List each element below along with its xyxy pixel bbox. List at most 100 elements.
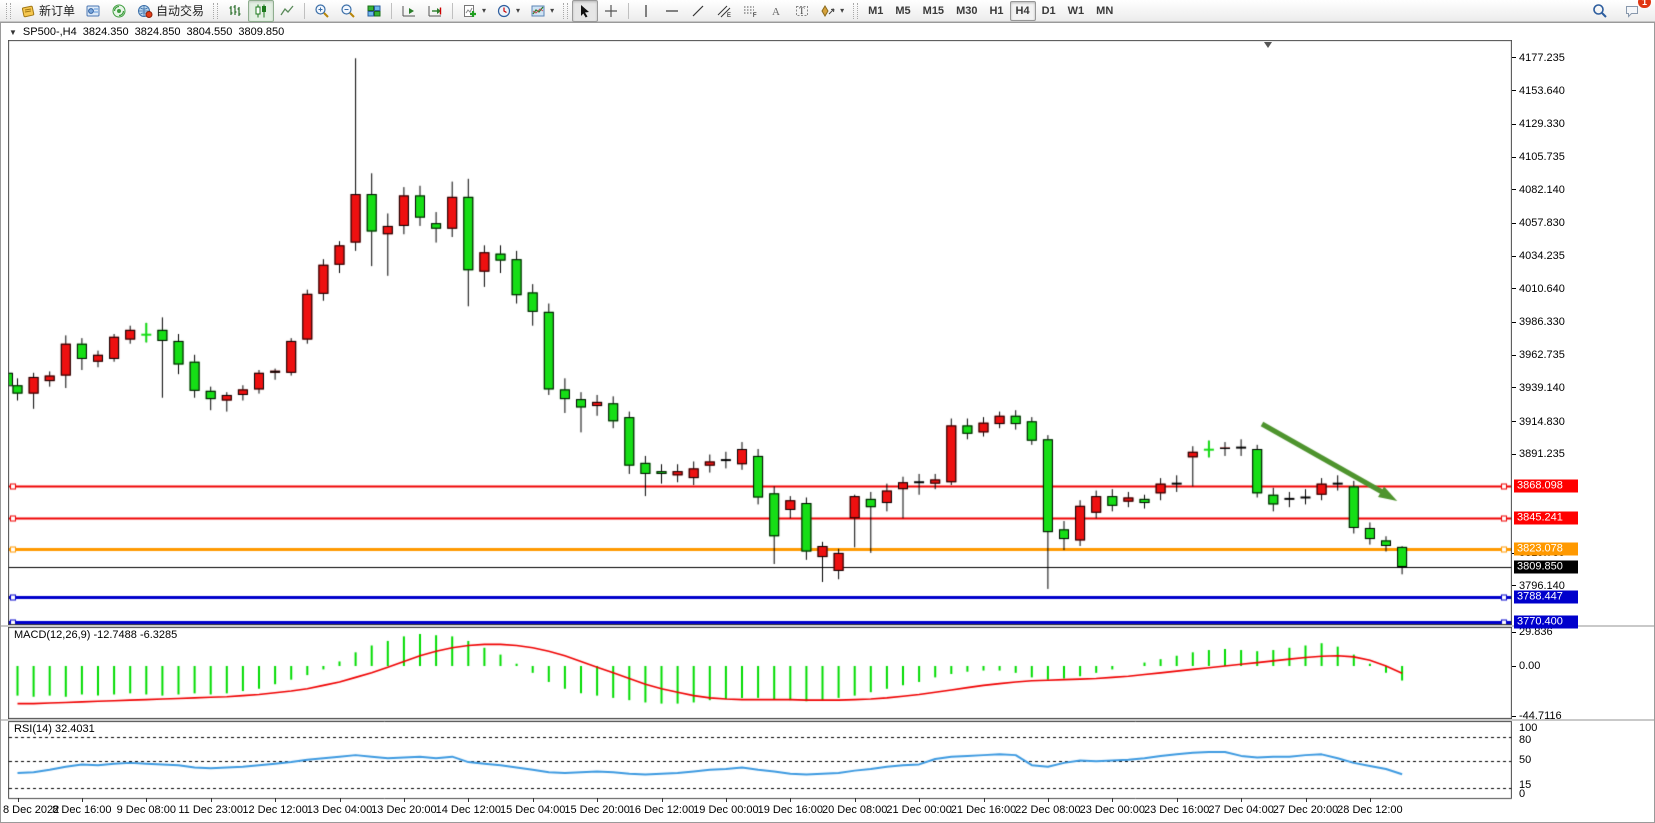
time-axis-label: 27 Dec 20:00	[1273, 804, 1338, 816]
price-axis-label: 4057.830	[1519, 217, 1565, 229]
line-chart-mode-button[interactable]	[274, 0, 300, 22]
timeframe-button-w1[interactable]: W1	[1062, 1, 1091, 21]
candlestick-mode-button[interactable]	[248, 0, 274, 22]
bar-chart-mode-button[interactable]	[222, 0, 248, 22]
time-axis-tick	[1048, 798, 1049, 802]
price-axis-label: 4082.140	[1519, 184, 1565, 196]
zoom-in-button[interactable]	[309, 0, 335, 22]
price-axis-tick	[1512, 90, 1516, 91]
price-axis-label: 3962.735	[1519, 349, 1565, 361]
rsi-pane-canvas[interactable]	[8, 721, 1512, 803]
macd-axis-tick	[1512, 666, 1516, 667]
auto-trading-button[interactable]: 自动交易	[132, 0, 209, 22]
rsi-axis-label: 80	[1519, 734, 1531, 746]
auto-scroll-button[interactable]	[396, 0, 422, 22]
timeframe-button-m5[interactable]: M5	[889, 1, 916, 21]
mt4-window: 新订单 自动交易	[0, 0, 1655, 823]
hline-price-label[interactable]: 3845.241	[1514, 511, 1578, 524]
timeframe-button-h1[interactable]: H1	[983, 1, 1009, 21]
time-axis-label: 27 Dec 04:00	[1208, 804, 1273, 816]
tile-windows-button[interactable]	[361, 0, 387, 22]
hline-price-label[interactable]: 3868.098	[1514, 480, 1578, 493]
toolbar-separator	[628, 3, 629, 19]
dropdown-caret-icon: ▾	[516, 6, 520, 15]
time-axis-tick	[404, 798, 405, 802]
new-order-button[interactable]: 新订单	[15, 0, 80, 22]
horizontal-line-icon	[664, 3, 680, 19]
vertical-line-tool-button[interactable]	[633, 0, 659, 22]
chart-title-bar[interactable]: ▼ SP500-,H4 3824.3503824.8503804.5503809…	[3, 25, 284, 39]
price-axis-tick	[1512, 387, 1516, 388]
time-axis-tick	[18, 798, 19, 802]
time-axis-tick	[275, 798, 276, 802]
time-axis-tick	[1112, 798, 1113, 802]
hline-price-label[interactable]: 3788.447	[1514, 590, 1578, 603]
candlestick-icon	[253, 3, 269, 19]
timeframe-group: M1M5M15M30H1H4D1W1MN	[862, 1, 1119, 21]
periods-button[interactable]: ▾	[491, 0, 525, 22]
svg-text:A: A	[772, 6, 780, 18]
timeframe-button-d1[interactable]: D1	[1036, 1, 1062, 21]
search-button[interactable]	[1587, 0, 1613, 22]
timeframe-button-mn[interactable]: MN	[1090, 1, 1119, 21]
timeframe-button-m30[interactable]: M30	[950, 1, 983, 21]
shapes-tool-button[interactable]: ▾	[815, 0, 849, 22]
hline-price-label[interactable]: 3770.400	[1514, 615, 1578, 628]
price-axis-label: 4034.235	[1519, 250, 1565, 262]
toolbar-grip[interactable]	[563, 3, 568, 19]
zoom-out-icon	[340, 3, 356, 19]
chart-shift-button[interactable]	[422, 0, 448, 22]
price-axis-tick	[1512, 454, 1516, 455]
time-axis-tick	[1241, 798, 1242, 802]
new-chart-icon	[462, 3, 478, 19]
templates-button[interactable]: ▾	[525, 0, 559, 22]
text-tool-button[interactable]: A	[763, 0, 789, 22]
trendline-icon	[690, 3, 706, 19]
time-axis-label: 14 Dec 12:00	[436, 804, 501, 816]
notifications-button[interactable]: 1	[1619, 0, 1645, 22]
time-axis-label: 11 Dec 23:00	[178, 804, 243, 816]
timeframe-button-m1[interactable]: M1	[862, 1, 889, 21]
hline-price-label[interactable]: 3823.078	[1514, 542, 1578, 555]
ohlc-close: 3809.850	[238, 26, 284, 38]
zoom-out-button[interactable]	[335, 0, 361, 22]
cursor-icon	[577, 3, 593, 19]
cursor-button[interactable]	[572, 0, 598, 22]
horizontal-line-tool-button[interactable]	[659, 0, 685, 22]
rsi-axis-label: 0	[1519, 788, 1525, 800]
time-axis-tick	[340, 798, 341, 802]
timeframe-button-m15[interactable]: M15	[917, 1, 950, 21]
price-axis-tick	[1512, 157, 1516, 158]
main-chart-canvas[interactable]	[8, 40, 1512, 625]
chart-shift-marker-icon[interactable]	[1264, 42, 1272, 48]
toolbar-separator	[452, 3, 453, 19]
time-axis-label: 13 Dec 20:00	[371, 804, 436, 816]
price-axis-label: 3914.830	[1519, 416, 1565, 428]
price-axis-tick	[1512, 124, 1516, 125]
signals-button[interactable]	[106, 0, 132, 22]
price-axis-tick	[1512, 57, 1516, 58]
toolbar-grip[interactable]	[6, 3, 11, 19]
bar-chart-icon	[227, 3, 243, 19]
toolbar-grip[interactable]	[213, 3, 218, 19]
market-watch-icon	[85, 3, 101, 19]
toolbar-grip[interactable]	[853, 3, 858, 19]
auto-trading-label: 自动交易	[156, 2, 204, 19]
macd-pane-canvas[interactable]	[8, 627, 1512, 719]
price-axis-tick	[1512, 322, 1516, 323]
timeframe-button-h4[interactable]: H4	[1010, 1, 1036, 21]
time-axis-label: 15 Dec 04:00	[500, 804, 565, 816]
fibonacci-tool-button[interactable]: F	[737, 0, 763, 22]
ohlc-open: 3824.350	[83, 26, 129, 38]
crosshair-button[interactable]	[598, 0, 624, 22]
chart-menu-caret-icon[interactable]: ▼	[9, 28, 17, 37]
trendline-tool-button[interactable]	[685, 0, 711, 22]
price-axis-tick	[1512, 189, 1516, 190]
templates-icon	[530, 3, 546, 19]
market-watch-button[interactable]	[80, 0, 106, 22]
time-axis-tick	[82, 798, 83, 802]
text-label-tool-button[interactable]: T	[789, 0, 815, 22]
new-chart-button[interactable]: ▾	[457, 0, 491, 22]
channel-tool-button[interactable]: E	[711, 0, 737, 22]
price-axis-label: 3986.330	[1519, 316, 1565, 328]
